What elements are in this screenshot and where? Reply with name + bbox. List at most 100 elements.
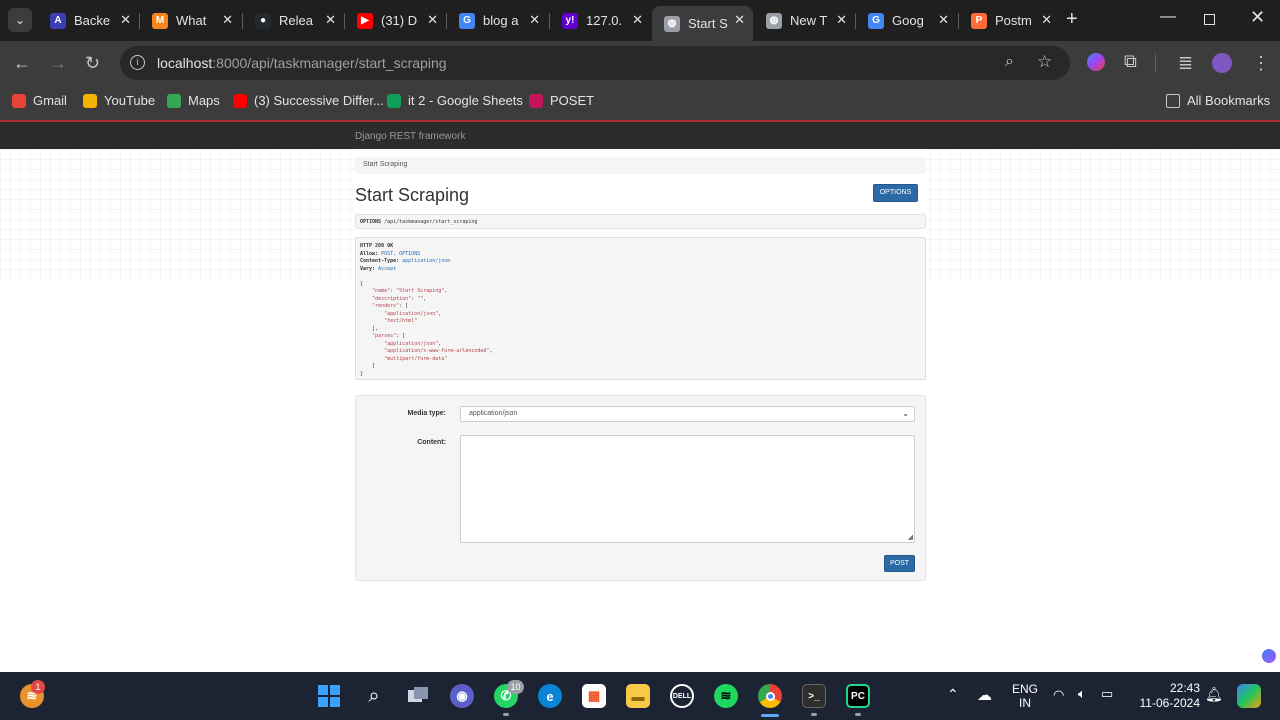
- onedrive-cloud-icon[interactable]: ☁: [977, 686, 992, 704]
- bookmark-label: (3) Successive Differ...: [254, 93, 384, 108]
- clock[interactable]: 22:43 11-06-2024: [1132, 681, 1201, 711]
- store-icon[interactable]: ▦: [582, 684, 606, 708]
- language-primary: ENG: [1012, 682, 1039, 696]
- terminal-icon[interactable]: >_: [802, 684, 826, 708]
- close-tab-icon[interactable]: ✕: [734, 12, 745, 28]
- browser-tab[interactable]: ▶ (31) D ✕: [345, 6, 446, 35]
- google-icon: G: [868, 12, 884, 29]
- browser-tab[interactable]: P Postm ✕: [959, 6, 1060, 35]
- new-tab-button[interactable]: +: [1066, 9, 1078, 29]
- page-title: Start Scraping: [355, 185, 470, 205]
- bookmark-item[interactable]: (3) Successive Differ...: [233, 93, 384, 108]
- tab-search-button[interactable]: ⌄: [8, 8, 32, 32]
- bookmark-item[interactable]: Gmail: [12, 93, 67, 108]
- volume-icon[interactable]: 🔈︎: [1078, 686, 1086, 702]
- bookmark-favicon-icon: [167, 93, 181, 108]
- breadcrumb-item[interactable]: Start Scraping: [363, 161, 407, 168]
- edge-icon[interactable]: e: [538, 684, 562, 708]
- resize-handle-icon[interactable]: ◢: [908, 533, 913, 541]
- extensions-puzzle-icon[interactable]: ⧉: [1124, 51, 1137, 71]
- browser-tab[interactable]: A Backe ✕: [38, 6, 139, 35]
- language-indicator[interactable]: ENG IN: [1012, 682, 1038, 710]
- file-explorer-icon[interactable]: ▬: [626, 684, 650, 708]
- teams-chat-icon[interactable]: ◉: [450, 684, 474, 708]
- close-tab-icon[interactable]: ✕: [325, 12, 336, 28]
- json-parses-item: "application/json": [384, 340, 439, 347]
- post-form: Media type: application/json ⌄ Content: …: [355, 395, 926, 581]
- restore-button[interactable]: [1204, 14, 1215, 25]
- forward-arrow-icon[interactable]: →: [49, 53, 67, 73]
- task-view-icon[interactable]: [406, 684, 430, 708]
- close-tab-icon[interactable]: ✕: [120, 12, 131, 28]
- search-icon[interactable]: ⌕: [362, 684, 386, 708]
- pycharm-icon[interactable]: PC: [846, 684, 870, 708]
- close-tab-icon[interactable]: ✕: [632, 12, 643, 28]
- bookmark-label: it 2 - Google Sheets: [408, 93, 523, 108]
- zoom-icon[interactable]: ⌕: [1005, 53, 1014, 71]
- extension-orb-icon[interactable]: [1087, 53, 1105, 71]
- browser-toolbar: ← → ↻ i localhost:8000/api/taskmanager/s…: [0, 41, 1280, 85]
- bookmark-label: Gmail: [33, 93, 67, 108]
- bookmark-label: YouTube: [104, 93, 156, 108]
- chrome-icon[interactable]: [758, 684, 782, 708]
- bookmark-item[interactable]: POSET: [529, 93, 594, 108]
- media-type-select[interactable]: application/json ⌄: [460, 406, 915, 422]
- browser-tab[interactable]: G Goog ✕: [856, 6, 957, 35]
- bookmark-item[interactable]: Maps: [167, 93, 220, 108]
- dell-icon[interactable]: DELL: [670, 684, 694, 708]
- content-textarea[interactable]: ◢: [460, 435, 915, 543]
- browser-tab[interactable]: ◍ Start S ✕: [652, 6, 753, 41]
- close-tab-icon[interactable]: ✕: [938, 12, 949, 28]
- tab-title: (31) D: [381, 13, 418, 28]
- tab-separator: [139, 13, 140, 29]
- bookmark-star-icon[interactable]: ☆: [1037, 52, 1052, 72]
- bookmark-favicon-icon: [529, 93, 543, 108]
- copilot-icon[interactable]: [1237, 684, 1261, 708]
- tab-separator: [242, 13, 243, 29]
- github-icon: ●: [255, 12, 271, 29]
- bookmark-favicon-icon: [387, 93, 401, 108]
- all-bookmarks-button[interactable]: All Bookmarks: [1166, 93, 1270, 108]
- browser-tab[interactable]: y! 127.0. ✕: [550, 6, 651, 35]
- header-vary-key: Vary:: [360, 265, 376, 272]
- browser-tab[interactable]: Gblog a ✕: [447, 6, 548, 35]
- close-tab-icon[interactable]: ✕: [222, 12, 233, 28]
- url-text[interactable]: localhost:8000/api/taskmanager/start_scr…: [157, 55, 447, 71]
- browser-tab[interactable]: ● Relea ✕: [243, 6, 344, 35]
- tab-strip: ⌄ A Backe ✕ M What ✕ ● Relea ✕ ▶ (31) D ✕ Gblog a ✕ y!…: [0, 0, 1280, 41]
- media-control-icon[interactable]: ≣: [1178, 53, 1193, 73]
- close-tab-icon[interactable]: ✕: [1041, 12, 1052, 28]
- battery-icon[interactable]: ▭: [1101, 686, 1113, 702]
- chevron-up-icon[interactable]: ⌃: [947, 686, 959, 703]
- close-tab-icon[interactable]: ✕: [427, 12, 438, 28]
- close-window-button[interactable]: ✕: [1250, 7, 1265, 28]
- drf-brand[interactable]: Django REST framework: [355, 131, 465, 142]
- back-arrow-icon[interactable]: ←: [13, 53, 31, 73]
- tab-separator: [446, 13, 447, 29]
- site-info-icon[interactable]: i: [130, 55, 145, 70]
- json-renders-item: "text/html": [384, 318, 418, 324]
- menu-kebab-icon[interactable]: ⋮: [1252, 53, 1270, 73]
- reload-icon[interactable]: ↻: [85, 53, 100, 73]
- post-button[interactable]: POST: [884, 555, 915, 572]
- browser-tab[interactable]: ◍ New T ✕: [754, 6, 855, 35]
- windows-start-icon[interactable]: [317, 684, 341, 708]
- bookmark-label: Maps: [188, 93, 220, 108]
- wifi-icon[interactable]: ◠: [1053, 687, 1064, 703]
- metamask-icon: M: [152, 12, 168, 29]
- profile-avatar-icon[interactable]: [1212, 53, 1232, 73]
- close-tab-icon[interactable]: ✕: [529, 12, 540, 28]
- json-renders-key: "renders": [372, 303, 400, 309]
- minimize-button[interactable]: —: [1160, 8, 1176, 26]
- address-bar[interactable]: i localhost:8000/api/taskmanager/start_s…: [120, 46, 1070, 80]
- bookmark-item[interactable]: YouTube: [83, 93, 155, 108]
- bookmark-item[interactable]: it 2 - Google Sheets: [387, 93, 523, 108]
- options-button[interactable]: OPTIONS: [873, 184, 918, 202]
- media-type-value: application/json: [469, 410, 518, 417]
- spotify-icon[interactable]: ≋: [714, 684, 738, 708]
- media-type-label: Media type:: [407, 410, 446, 417]
- notification-bell-icon[interactable]: 🔔︎: [1205, 686, 1223, 703]
- close-tab-icon[interactable]: ✕: [836, 12, 847, 28]
- browser-tab[interactable]: M What ✕: [140, 6, 241, 35]
- copilot-sidebar-icon[interactable]: [1262, 649, 1276, 663]
